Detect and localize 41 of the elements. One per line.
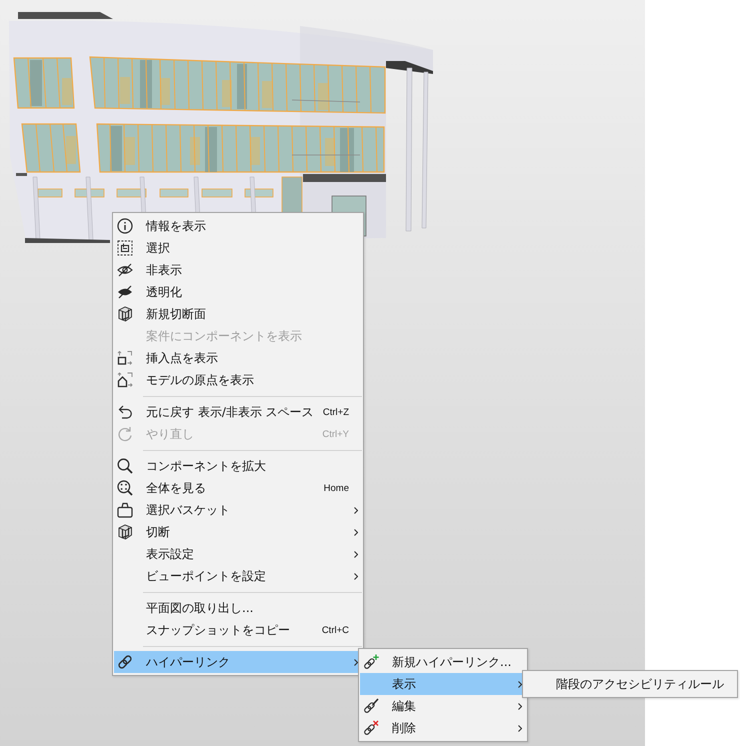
shortcut-label: Ctrl+Y — [321, 428, 349, 440]
menu-item[interactable]: 階段のアクセシビリティルール — [524, 673, 736, 695]
filled-eye-icon — [117, 284, 133, 300]
menu-item[interactable]: 全体を見る Home — [114, 477, 362, 499]
menu-item[interactable]: 選択 — [114, 237, 362, 259]
menu-item[interactable]: 編集 — [360, 695, 526, 717]
menu-item[interactable]: 元に戻す 表示/非表示 スペース Ctrl+Z — [114, 401, 362, 423]
menu-item[interactable]: コンポーネントを拡大 — [114, 455, 362, 477]
select-icon — [117, 240, 133, 256]
link-plus-icon — [363, 654, 379, 670]
link-x-icon — [363, 720, 379, 736]
menu-item[interactable]: 選択バスケット — [114, 499, 362, 521]
undo-icon — [117, 404, 133, 420]
menu-item[interactable]: 挿入点を表示 — [114, 347, 362, 369]
square-arrows-icon — [117, 350, 133, 366]
menu-item[interactable]: 表示設定 — [114, 543, 362, 565]
shortcut-label: Ctrl+Z — [322, 406, 349, 418]
link-icon — [117, 654, 133, 670]
menu-item[interactable]: 切断 — [114, 521, 362, 543]
menu-item[interactable]: 新規切断面 — [114, 303, 362, 325]
search-icon — [117, 458, 133, 474]
eye-off-icon — [117, 262, 133, 278]
link-pencil-icon — [363, 698, 379, 714]
magnifier-dots-icon — [117, 480, 133, 496]
menu-item[interactable]: スナップショットをコピー Ctrl+C — [114, 619, 362, 641]
cube-icon — [117, 524, 133, 540]
cube-icon — [117, 306, 133, 322]
menu-item[interactable]: ビューポイントを設定 — [114, 565, 362, 587]
bag-icon — [117, 502, 133, 518]
info-icon — [117, 218, 133, 234]
menu-item[interactable]: 非表示 — [114, 259, 362, 281]
menu-item[interactable]: 新規ハイパーリンク... — [360, 651, 526, 673]
menu-item[interactable]: モデルの原点を表示 — [114, 369, 362, 391]
redo-icon — [117, 426, 133, 442]
shortcut-label: Home — [322, 482, 349, 494]
house-arrows-icon — [117, 372, 133, 388]
menu-item[interactable]: 平面図の取り出し... — [114, 597, 362, 619]
menu-item[interactable]: 削除 — [360, 717, 526, 739]
shortcut-label: Ctrl+C — [320, 624, 349, 636]
menu-item[interactable]: 情報を表示 — [114, 215, 362, 237]
menu-item[interactable]: 透明化 — [114, 281, 362, 303]
